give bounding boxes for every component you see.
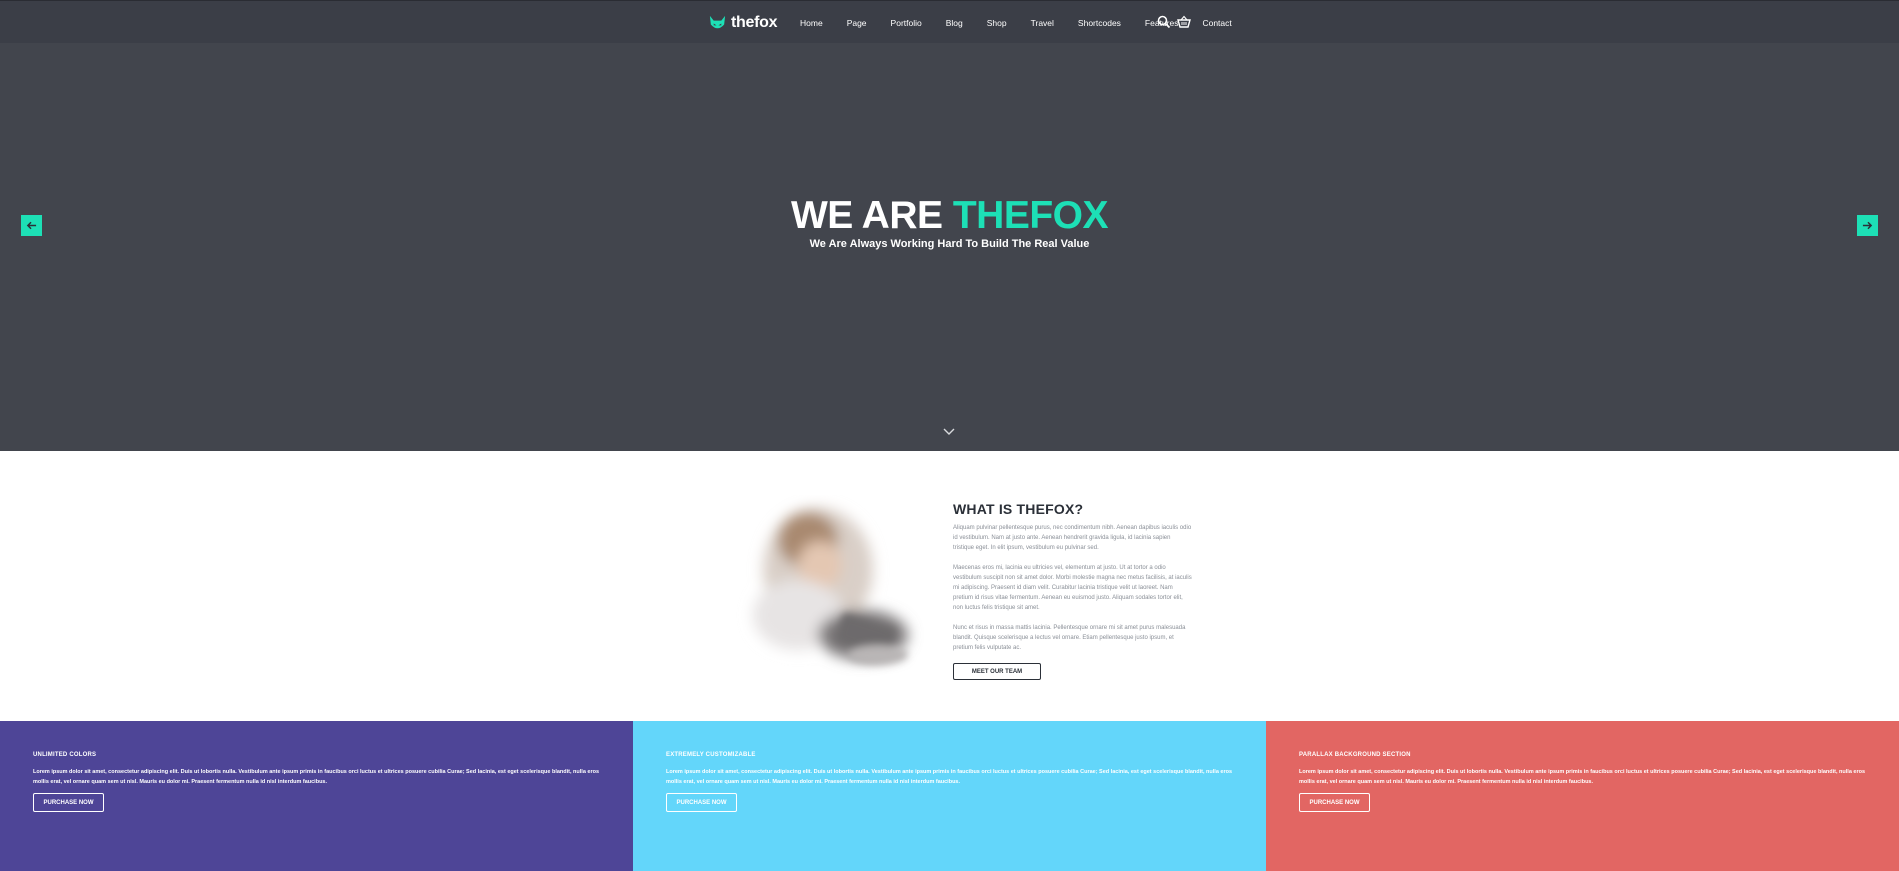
menu-item-home[interactable]: Home: [800, 18, 823, 28]
cart-icon[interactable]: [1177, 15, 1191, 29]
feature-box-unlimited-colors: UNLIMITED COLORS Lorem ipsum dolor sit a…: [0, 721, 633, 871]
feature-text: Lorem ipsum dolor sit amet, consectetur …: [666, 769, 1233, 785]
about-paragraph: Aliquam pulvinar pellentesque purus, nec…: [953, 525, 1192, 551]
purchase-now-button[interactable]: PURCHASE NOW: [33, 793, 104, 812]
hero-subtitle: We Are Always Working Hard To Build The …: [809, 238, 1090, 250]
about-title: WHAT IS THEFOX?: [953, 501, 1084, 517]
about-paragraph: Nunc et risus in massa mattis lacinia. P…: [953, 625, 1186, 651]
hero-title: WE ARE THEFOX: [0, 196, 1899, 235]
hero-title-accent: THEFOX: [952, 194, 1109, 237]
purchase-now-button[interactable]: PURCHASE NOW: [1299, 793, 1370, 812]
feature-text: Lorem ipsum dolor sit amet, consectetur …: [33, 769, 600, 785]
menu-item-page[interactable]: Page: [847, 18, 867, 28]
search-icon[interactable]: [1157, 15, 1171, 29]
about-section: WHAT IS THEFOX? Aliquam pulvinar pellent…: [0, 451, 1899, 721]
person-photo: [753, 508, 908, 665]
feature-title: PARALLAX BACKGROUND SECTION: [1299, 752, 1411, 758]
feature-title: EXTREMELY CUSTOMIZABLE: [666, 752, 756, 758]
site-logo[interactable]: thefox: [708, 11, 778, 35]
fox-logo-icon: [709, 15, 726, 28]
menu-item-shop[interactable]: Shop: [987, 18, 1007, 28]
meet-our-team-button[interactable]: MEET OUR TEAM: [953, 663, 1041, 680]
feature-title: UNLIMITED COLORS: [33, 752, 97, 758]
hero-title-main: WE ARE: [790, 194, 953, 237]
feature-text: Lorem ipsum dolor sit amet, consectetur …: [1299, 769, 1866, 785]
logo-text: thefox: [731, 14, 778, 31]
menu-item-contact[interactable]: Contact: [1202, 18, 1231, 28]
hero-slider: WE ARE THEFOX We Are Always Working Hard…: [0, 43, 1899, 451]
feature-box-parallax-background: PARALLAX BACKGROUND SECTION Lorem ipsum …: [1266, 721, 1899, 871]
menu-item-portfolio[interactable]: Portfolio: [891, 18, 922, 28]
menu-item-travel[interactable]: Travel: [1031, 18, 1054, 28]
menu-item-shortcodes[interactable]: Shortcodes: [1078, 18, 1121, 28]
top-navigation-bar: thefox Home Page Portfolio Blog Shop Tra…: [0, 0, 1899, 43]
chevron-down-icon[interactable]: [943, 427, 955, 437]
features-row: UNLIMITED COLORS Lorem ipsum dolor sit a…: [0, 721, 1899, 871]
feature-box-extremely-customizable: EXTREMELY CUSTOMIZABLE Lorem ipsum dolor…: [633, 721, 1266, 871]
menu-item-blog[interactable]: Blog: [946, 18, 963, 28]
about-paragraph: Maecenas eros mi, lacinia eu ultricies v…: [953, 565, 1192, 611]
purchase-now-button[interactable]: PURCHASE NOW: [666, 793, 737, 812]
